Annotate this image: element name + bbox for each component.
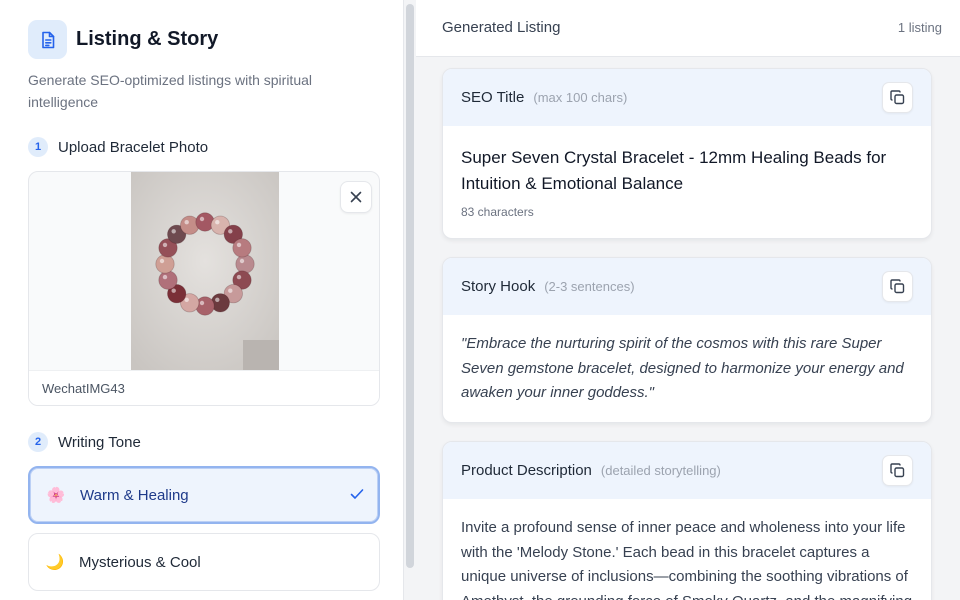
- copy-icon: [890, 279, 905, 294]
- copy-icon: [890, 463, 905, 478]
- card-label: Product Description: [461, 462, 592, 479]
- card-label: SEO Title: [461, 89, 525, 106]
- tone-option-warm-healing[interactable]: 🌸 Warm & Healing: [28, 466, 380, 524]
- remove-photo-button[interactable]: [340, 181, 372, 213]
- step-number: 2: [28, 432, 48, 452]
- generated-listing-panel: Generated Listing 1 listing SEO Title (m…: [416, 0, 960, 600]
- card-label: Story Hook: [461, 278, 536, 295]
- card-header: SEO Title (max 100 chars): [443, 69, 931, 126]
- photo-upload-card[interactable]: WechatIMG43: [28, 171, 380, 406]
- seo-title-text: Super Seven Crystal Bracelet - 12mm Heal…: [461, 148, 887, 193]
- panel-title: Generated Listing: [442, 19, 561, 36]
- close-icon: [350, 191, 362, 203]
- panel-header: Generated Listing 1 listing: [416, 0, 960, 57]
- character-count: 83 characters: [461, 205, 534, 219]
- card-header: Story Hook (2-3 sentences): [443, 258, 931, 315]
- story-hook-text: "Embrace the nurturing spirit of the cos…: [461, 335, 904, 401]
- checkmark-icon: [350, 487, 364, 504]
- step-label: Upload Bracelet Photo: [58, 138, 209, 156]
- product-description-card: Product Description (detailed storytelli…: [442, 441, 932, 600]
- document-icon: [28, 20, 67, 59]
- tone-label: Mysterious & Cool: [79, 553, 201, 571]
- cherry-blossom-icon: 🌸: [46, 487, 66, 504]
- page-title: Listing & Story: [76, 28, 219, 50]
- tone-label: Warm & Healing: [80, 486, 189, 504]
- step-label: Writing Tone: [58, 433, 141, 451]
- product-description-text: Invite a profound sense of inner peace a…: [461, 519, 912, 600]
- tone-option-mysterious-cool[interactable]: 🌙 Mysterious & Cool: [28, 533, 380, 591]
- card-hint: (max 100 chars): [533, 90, 628, 105]
- card-hint: (detailed storytelling): [600, 463, 721, 478]
- copy-button[interactable]: [882, 455, 913, 486]
- card-hint: (2-3 sentences): [544, 279, 635, 294]
- bracelet-photo: [131, 172, 279, 370]
- copy-icon: [890, 90, 905, 105]
- step-number: 1: [28, 137, 48, 157]
- listing-sidebar: Listing & Story Generate SEO-optimized l…: [0, 0, 404, 600]
- copy-button[interactable]: [882, 82, 913, 113]
- card-header: Product Description (detailed storytelli…: [443, 442, 931, 499]
- listing-count: 1 listing: [897, 20, 942, 35]
- seo-title-card: SEO Title (max 100 chars) Super Seven Cr…: [442, 68, 932, 239]
- crescent-moon-icon: 🌙: [45, 554, 65, 571]
- step-upload-photo: 1 Upload Bracelet Photo: [28, 137, 208, 157]
- photo-filename: WechatIMG43: [29, 370, 379, 405]
- story-hook-card: Story Hook (2-3 sentences) "Embrace the …: [442, 257, 932, 423]
- copy-button[interactable]: [882, 271, 913, 302]
- step-writing-tone: 2 Writing Tone: [28, 432, 141, 452]
- sidebar-scrollbar[interactable]: [406, 4, 414, 568]
- page-subtitle: Generate SEO-optimized listings with spi…: [28, 72, 313, 110]
